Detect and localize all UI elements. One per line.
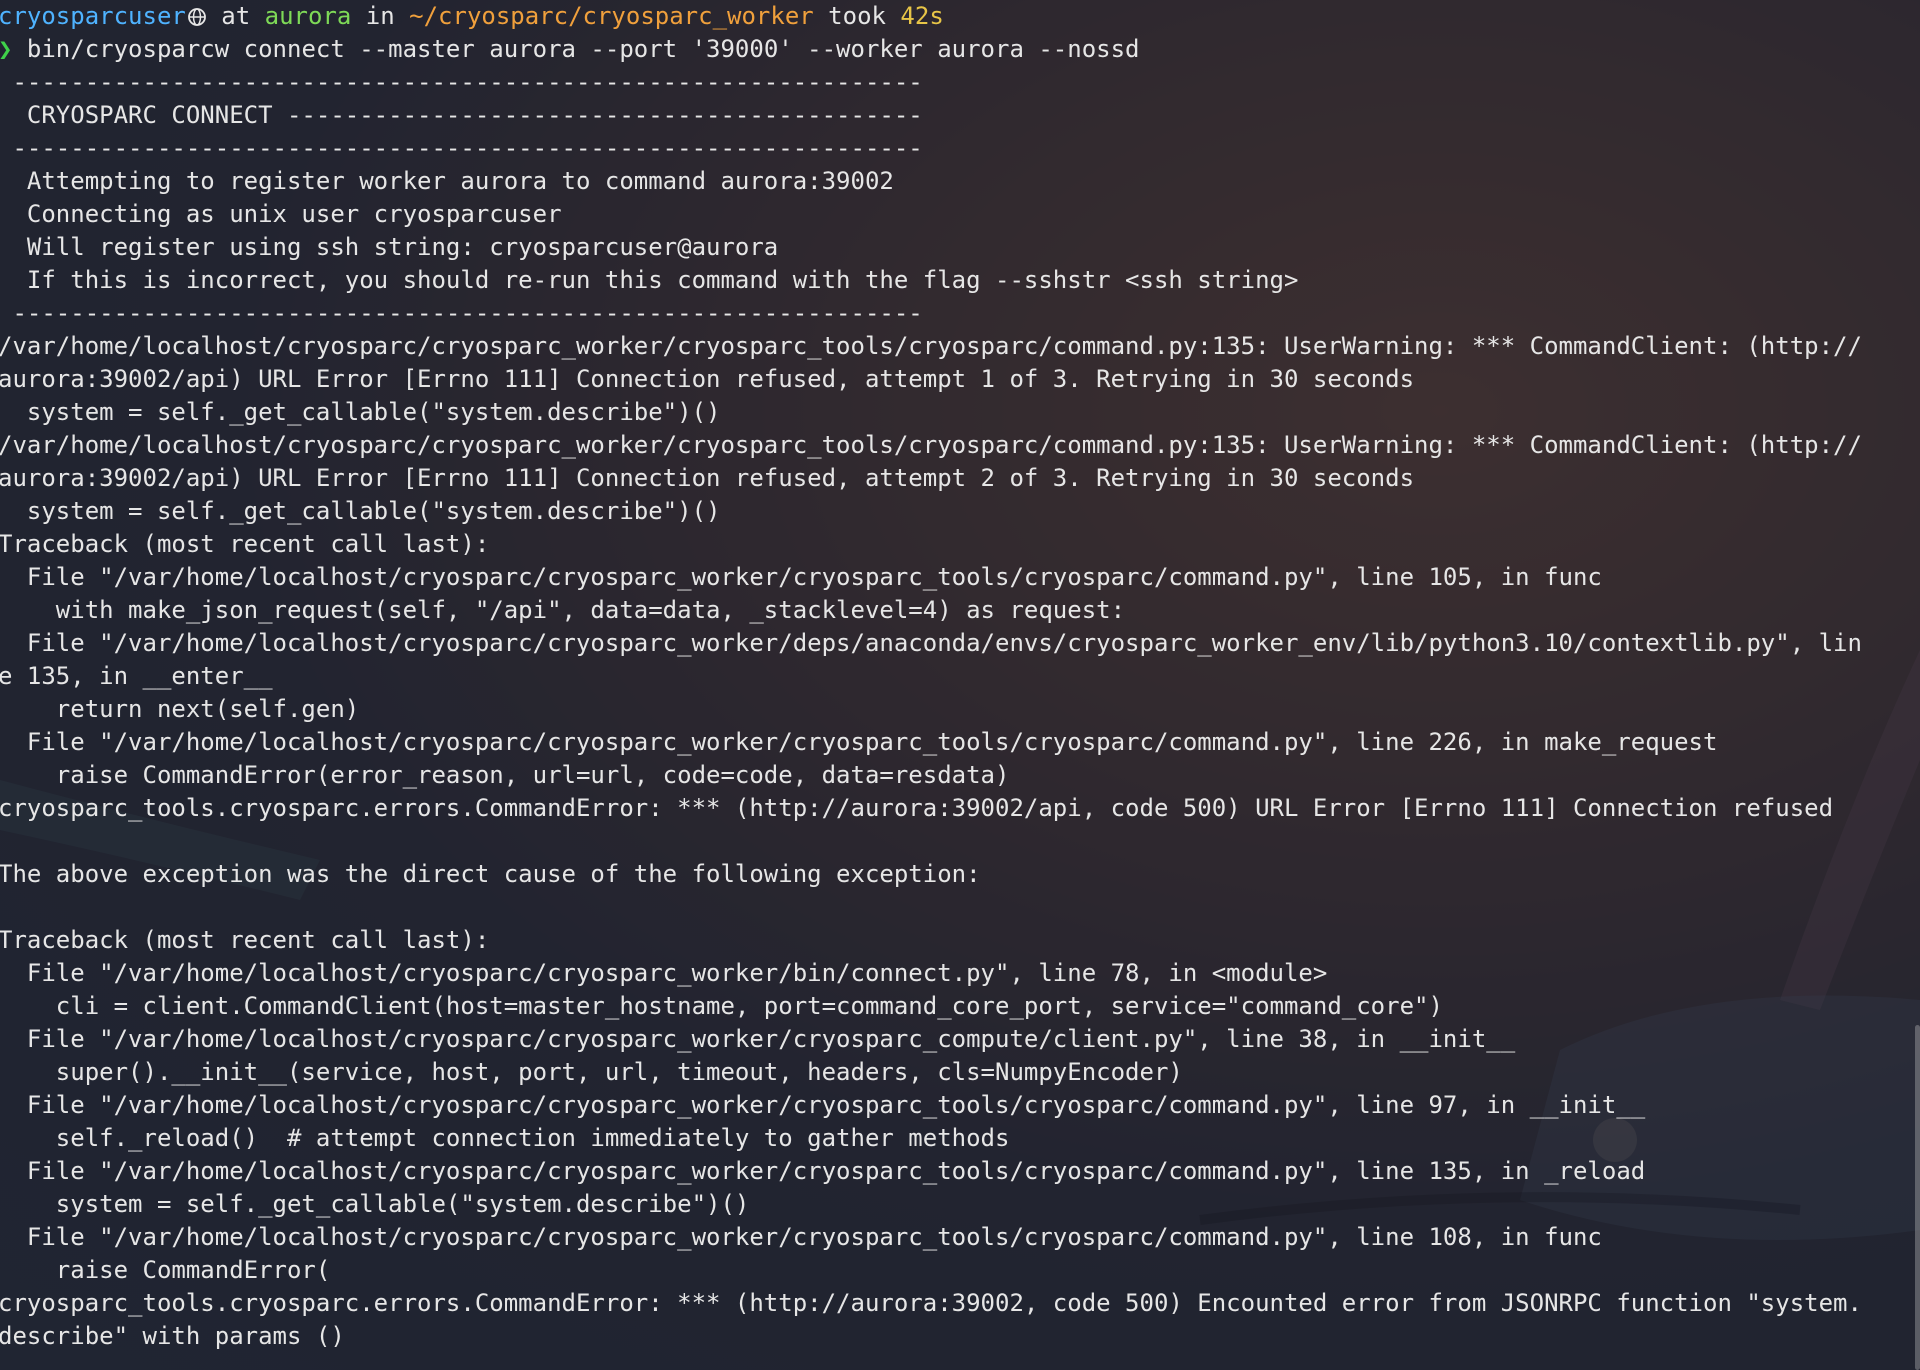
output-line: aurora:39002/api) URL Error [Errno 111] …: [0, 365, 1415, 393]
output-line: Traceback (most recent call last):: [0, 926, 490, 954]
output-line: describe" with params (): [0, 1322, 345, 1350]
output-line: ----------------------------------------…: [0, 68, 923, 96]
output-line: aurora:39002/api) URL Error [Errno 111] …: [0, 464, 1415, 492]
output-line: Connecting as unix user cryosparcuser: [0, 200, 562, 228]
output-line: with make_json_request(self, "/api", dat…: [0, 596, 1126, 624]
output-line: cryosparc_tools.cryosparc.errors.Command…: [0, 1289, 1862, 1317]
command-text: bin/cryosparcw connect --master aurora -…: [12, 35, 1140, 63]
prompt-duration: 42s: [900, 2, 944, 30]
output-line: raise CommandError(: [0, 1256, 331, 1284]
output-line: File "/var/home/localhost/cryosparc/cryo…: [0, 728, 1718, 756]
prompt-arrow-icon: ❯: [0, 35, 12, 63]
output-line: system = self._get_callable("system.desc…: [0, 497, 721, 525]
output-line: system = self._get_callable("system.desc…: [0, 1190, 750, 1218]
output-line: File "/var/home/localhost/cryosparc/cryo…: [0, 1025, 1516, 1053]
output-line: return next(self.gen): [0, 695, 360, 723]
output-line: Attempting to register worker aurora to …: [0, 167, 894, 195]
prompt-path: ~/cryosparc/cryosparc_worker: [409, 2, 814, 30]
output-line: File "/var/home/localhost/cryosparc/cryo…: [0, 1223, 1602, 1251]
output-line: ----------------------------------------…: [0, 134, 923, 162]
output-line: cryosparc_tools.cryosparc.errors.Command…: [0, 794, 1834, 822]
output-line: Will register using ssh string: cryospar…: [0, 233, 779, 261]
output-line: /var/home/localhost/cryosparc/cryosparc_…: [0, 332, 1862, 360]
output-line: raise CommandError(error_reason, url=url…: [0, 761, 1010, 789]
output-line: File "/var/home/localhost/cryosparc/cryo…: [0, 959, 1328, 987]
prompt-host: aurora: [264, 2, 352, 30]
terminal-window[interactable]: cryosparcuser at aurora in ~/cryosparc/c…: [0, 0, 1920, 1370]
terminal-scrollbar[interactable]: [1915, 1025, 1920, 1370]
prompt-user: cryosparcuser: [0, 2, 186, 30]
globe-icon: [187, 8, 206, 26]
prompt-took: took: [813, 2, 901, 30]
output-line: self._reload() # attempt connection imme…: [0, 1124, 1010, 1152]
output-line: cli = client.CommandClient(host=master_h…: [0, 992, 1443, 1020]
prompt-line: cryosparcuser at aurora in ~/cryosparc/c…: [0, 0, 1920, 33]
output-line: ----------------------------------------…: [0, 299, 923, 327]
output-line: File "/var/home/localhost/cryosparc/cryo…: [0, 1091, 1646, 1119]
output-line: The above exception was the direct cause…: [0, 860, 981, 888]
output-line: /var/home/localhost/cryosparc/cryosparc_…: [0, 431, 1862, 459]
command-line: ❯ bin/cryosparcw connect --master aurora…: [0, 33, 1920, 66]
output-line: CRYOSPARC CONNECT ----------------------…: [0, 101, 923, 129]
output-line: File "/var/home/localhost/cryosparc/cryo…: [0, 629, 1862, 657]
output-line: File "/var/home/localhost/cryosparc/cryo…: [0, 1157, 1646, 1185]
output-line: e 135, in __enter__: [0, 662, 273, 690]
output-line: super().__init__(service, host, port, ur…: [0, 1058, 1183, 1086]
prompt-at: at: [206, 2, 265, 30]
output-line: If this is incorrect, you should re-run …: [0, 266, 1299, 294]
output-line: Traceback (most recent call last):: [0, 530, 490, 558]
output-line: File "/var/home/localhost/cryosparc/cryo…: [0, 563, 1602, 591]
prompt-in: in: [351, 2, 410, 30]
output-line: system = self._get_callable("system.desc…: [0, 398, 721, 426]
